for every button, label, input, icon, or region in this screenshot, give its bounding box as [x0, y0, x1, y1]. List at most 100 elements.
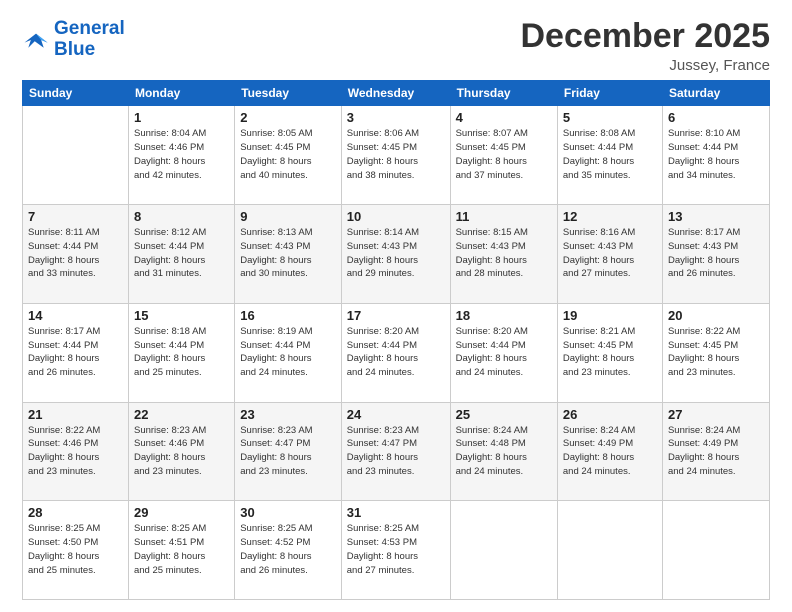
header-friday: Friday — [557, 81, 662, 106]
cell-1-2: 9 Sunrise: 8:13 AM Sunset: 4:43 PM Daylig… — [235, 205, 342, 304]
day-number: 27 — [668, 407, 764, 422]
cell-3-1: 22 Sunrise: 8:23 AM Sunset: 4:46 PM Dayli… — [128, 402, 234, 501]
day-number: 25 — [456, 407, 552, 422]
calendar-title: December 2025 — [520, 18, 770, 55]
day-info: Sunrise: 8:25 AM Sunset: 4:53 PM Dayligh… — [347, 522, 445, 577]
day-number: 24 — [347, 407, 445, 422]
day-info: Sunrise: 8:20 AM Sunset: 4:44 PM Dayligh… — [456, 325, 552, 380]
cell-1-3: 10 Sunrise: 8:14 AM Sunset: 4:43 PM Dayli… — [341, 205, 450, 304]
cell-1-6: 13Sunrise: 8:17 AM Sunset: 4:43 PM Dayli… — [662, 205, 769, 304]
page: General Blue December 2025 Jussey, Franc… — [0, 0, 792, 612]
week-row-0: 1 Sunrise: 8:04 AM Sunset: 4:46 PM Daylig… — [23, 106, 770, 205]
cell-2-2: 16 Sunrise: 8:19 AM Sunset: 4:44 PM Dayli… — [235, 303, 342, 402]
day-info: Sunrise: 8:19 AM Sunset: 4:44 PM Dayligh… — [240, 325, 336, 380]
day-number: 26 — [563, 407, 657, 422]
day-number: 28 — [28, 505, 123, 520]
cell-4-4 — [450, 501, 557, 600]
header-sunday: Sunday — [23, 81, 129, 106]
day-info: Sunrise: 8:22 AM Sunset: 4:46 PM Dayligh… — [28, 424, 123, 479]
day-info: Sunrise: 8:05 AM Sunset: 4:45 PM Dayligh… — [240, 127, 336, 182]
day-info: Sunrise: 8:14 AM Sunset: 4:43 PM Dayligh… — [347, 226, 445, 281]
logo: General Blue — [22, 18, 125, 60]
header-saturday: Saturday — [662, 81, 769, 106]
cell-1-5: 12Sunrise: 8:16 AM Sunset: 4:43 PM Dayli… — [557, 205, 662, 304]
day-info: Sunrise: 8:24 AM Sunset: 4:48 PM Dayligh… — [456, 424, 552, 479]
cell-2-1: 15Sunrise: 8:18 AM Sunset: 4:44 PM Dayli… — [128, 303, 234, 402]
day-number: 6 — [668, 110, 764, 125]
day-info: Sunrise: 8:20 AM Sunset: 4:44 PM Dayligh… — [347, 325, 445, 380]
header-thursday: Thursday — [450, 81, 557, 106]
cell-4-6 — [662, 501, 769, 600]
day-info: Sunrise: 8:24 AM Sunset: 4:49 PM Dayligh… — [563, 424, 657, 479]
header-wednesday: Wednesday — [341, 81, 450, 106]
cell-3-2: 23 Sunrise: 8:23 AM Sunset: 4:47 PM Dayli… — [235, 402, 342, 501]
cell-0-0 — [23, 106, 129, 205]
day-number: 17 — [347, 308, 445, 323]
week-row-3: 21 Sunrise: 8:22 AM Sunset: 4:46 PM Dayli… — [23, 402, 770, 501]
cell-4-2: 30 Sunrise: 8:25 AM Sunset: 4:52 PM Dayli… — [235, 501, 342, 600]
day-number: 30 — [240, 505, 336, 520]
cell-2-3: 17 Sunrise: 8:20 AM Sunset: 4:44 PM Dayli… — [341, 303, 450, 402]
day-info: Sunrise: 8:08 AM Sunset: 4:44 PM Dayligh… — [563, 127, 657, 182]
day-number: 19 — [563, 308, 657, 323]
header-monday: Monday — [128, 81, 234, 106]
day-number: 22 — [134, 407, 229, 422]
cell-1-4: 11Sunrise: 8:15 AM Sunset: 4:43 PM Dayli… — [450, 205, 557, 304]
day-info: Sunrise: 8:25 AM Sunset: 4:52 PM Dayligh… — [240, 522, 336, 577]
day-number: 12 — [563, 209, 657, 224]
day-info: Sunrise: 8:23 AM Sunset: 4:47 PM Dayligh… — [347, 424, 445, 479]
cell-2-4: 18 Sunrise: 8:20 AM Sunset: 4:44 PM Dayli… — [450, 303, 557, 402]
cell-0-1: 1 Sunrise: 8:04 AM Sunset: 4:46 PM Daylig… — [128, 106, 234, 205]
logo-icon — [22, 31, 50, 49]
cell-0-2: 2 Sunrise: 8:05 AM Sunset: 4:45 PM Daylig… — [235, 106, 342, 205]
day-info: Sunrise: 8:15 AM Sunset: 4:43 PM Dayligh… — [456, 226, 552, 281]
day-number: 10 — [347, 209, 445, 224]
day-info: Sunrise: 8:24 AM Sunset: 4:49 PM Dayligh… — [668, 424, 764, 479]
day-number: 4 — [456, 110, 552, 125]
cell-4-3: 31 Sunrise: 8:25 AM Sunset: 4:53 PM Dayli… — [341, 501, 450, 600]
calendar-table: SundayMondayTuesdayWednesdayThursdayFrid… — [22, 80, 770, 600]
day-info: Sunrise: 8:23 AM Sunset: 4:46 PM Dayligh… — [134, 424, 229, 479]
day-info: Sunrise: 8:13 AM Sunset: 4:43 PM Dayligh… — [240, 226, 336, 281]
cell-3-4: 25 Sunrise: 8:24 AM Sunset: 4:48 PM Dayli… — [450, 402, 557, 501]
day-number: 16 — [240, 308, 336, 323]
day-number: 20 — [668, 308, 764, 323]
day-number: 5 — [563, 110, 657, 125]
header: General Blue December 2025 Jussey, Franc… — [22, 18, 770, 74]
header-tuesday: Tuesday — [235, 81, 342, 106]
day-number: 31 — [347, 505, 445, 520]
day-number: 29 — [134, 505, 229, 520]
day-info: Sunrise: 8:25 AM Sunset: 4:51 PM Dayligh… — [134, 522, 229, 577]
day-info: Sunrise: 8:23 AM Sunset: 4:47 PM Dayligh… — [240, 424, 336, 479]
day-number: 9 — [240, 209, 336, 224]
day-number: 18 — [456, 308, 552, 323]
cell-0-5: 5 Sunrise: 8:08 AM Sunset: 4:44 PM Daylig… — [557, 106, 662, 205]
logo-general: General — [54, 18, 125, 39]
day-info: Sunrise: 8:25 AM Sunset: 4:50 PM Dayligh… — [28, 522, 123, 577]
day-number: 21 — [28, 407, 123, 422]
day-info: Sunrise: 8:04 AM Sunset: 4:46 PM Dayligh… — [134, 127, 229, 182]
logo-blue: Blue — [54, 40, 125, 60]
day-number: 1 — [134, 110, 229, 125]
cell-3-6: 27 Sunrise: 8:24 AM Sunset: 4:49 PM Dayli… — [662, 402, 769, 501]
day-info: Sunrise: 8:18 AM Sunset: 4:44 PM Dayligh… — [134, 325, 229, 380]
day-info: Sunrise: 8:10 AM Sunset: 4:44 PM Dayligh… — [668, 127, 764, 182]
day-info: Sunrise: 8:07 AM Sunset: 4:45 PM Dayligh… — [456, 127, 552, 182]
cell-0-3: 3 Sunrise: 8:06 AM Sunset: 4:45 PM Daylig… — [341, 106, 450, 205]
cell-3-5: 26 Sunrise: 8:24 AM Sunset: 4:49 PM Dayli… — [557, 402, 662, 501]
day-info: Sunrise: 8:12 AM Sunset: 4:44 PM Dayligh… — [134, 226, 229, 281]
week-row-2: 14Sunrise: 8:17 AM Sunset: 4:44 PM Dayli… — [23, 303, 770, 402]
day-number: 23 — [240, 407, 336, 422]
day-number: 3 — [347, 110, 445, 125]
calendar-subtitle: Jussey, France — [520, 57, 770, 74]
day-info: Sunrise: 8:06 AM Sunset: 4:45 PM Dayligh… — [347, 127, 445, 182]
day-number: 14 — [28, 308, 123, 323]
cell-4-0: 28 Sunrise: 8:25 AM Sunset: 4:50 PM Dayli… — [23, 501, 129, 600]
cell-3-3: 24 Sunrise: 8:23 AM Sunset: 4:47 PM Dayli… — [341, 402, 450, 501]
cell-4-1: 29 Sunrise: 8:25 AM Sunset: 4:51 PM Dayli… — [128, 501, 234, 600]
logo-text: General Blue — [54, 18, 125, 60]
day-number: 2 — [240, 110, 336, 125]
day-info: Sunrise: 8:22 AM Sunset: 4:45 PM Dayligh… — [668, 325, 764, 380]
cell-2-6: 20 Sunrise: 8:22 AM Sunset: 4:45 PM Dayli… — [662, 303, 769, 402]
cell-1-0: 7Sunrise: 8:11 AM Sunset: 4:44 PM Daylig… — [23, 205, 129, 304]
